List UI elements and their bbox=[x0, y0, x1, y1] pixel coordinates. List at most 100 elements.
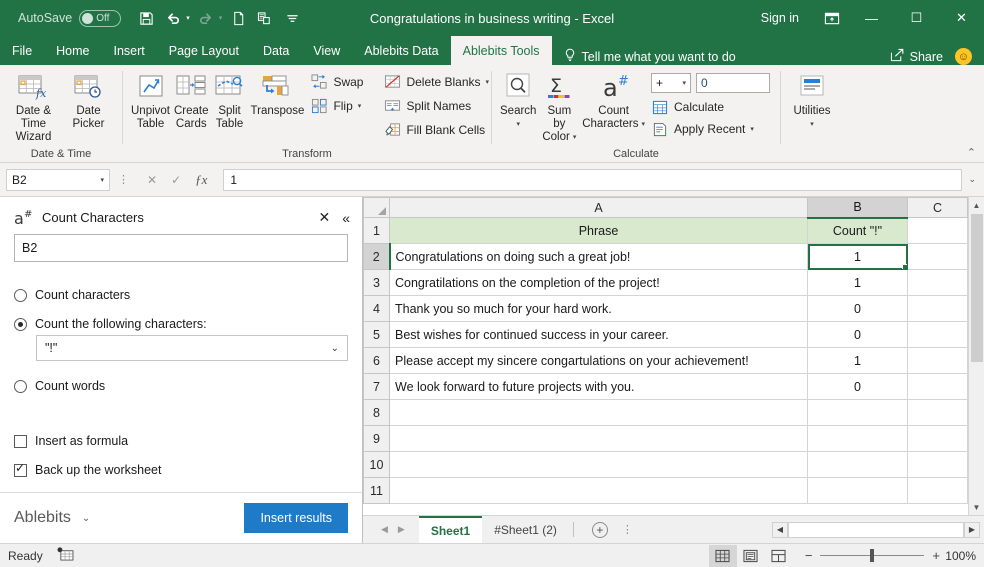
operator-caret-icon[interactable]: ▾ bbox=[682, 79, 686, 87]
tab-insert[interactable]: Insert bbox=[102, 36, 157, 65]
vertical-scroll-thumb[interactable] bbox=[970, 214, 983, 362]
cell-b5[interactable]: 0 bbox=[807, 321, 908, 348]
row-header-7[interactable]: 7 bbox=[363, 373, 390, 400]
name-box[interactable]: B2 ▾ bbox=[6, 168, 110, 191]
row-header-3[interactable]: 3 bbox=[363, 269, 390, 296]
create-cards-button[interactable]: Create Cards bbox=[172, 69, 211, 133]
cell-a2[interactable]: Congratulations on doing such a great jo… bbox=[389, 243, 808, 270]
count-characters-caret-icon[interactable]: ▾ bbox=[641, 118, 645, 131]
count-characters-button[interactable]: a # Count Characters ▾ bbox=[580, 69, 647, 133]
cell-c4[interactable] bbox=[907, 295, 968, 322]
calculate-button[interactable]: Calculate bbox=[647, 96, 774, 118]
cell-b3[interactable]: 1 bbox=[807, 269, 908, 296]
horizontal-scroll-thumb[interactable] bbox=[789, 522, 963, 537]
cell-c1[interactable] bbox=[907, 217, 968, 244]
unpivot-table-button[interactable]: Unpivot Table bbox=[129, 69, 172, 133]
cell-a6[interactable]: Please accept my sincere congartulations… bbox=[389, 347, 808, 374]
undo-icon[interactable] bbox=[162, 6, 184, 30]
page-break-view-button[interactable] bbox=[765, 545, 793, 567]
horizontal-scroll-track[interactable] bbox=[788, 521, 964, 538]
cell-c10[interactable] bbox=[907, 451, 968, 478]
zoom-slider[interactable]: − + bbox=[805, 548, 940, 563]
maximize-button[interactable]: ☐ bbox=[894, 0, 939, 36]
row-header-5[interactable]: 5 bbox=[363, 321, 390, 348]
normal-view-button[interactable] bbox=[708, 544, 737, 567]
record-macro-icon[interactable] bbox=[57, 547, 74, 564]
cell-b9[interactable] bbox=[807, 425, 908, 452]
autosave-toggle[interactable]: AutoSave Off bbox=[18, 9, 122, 27]
ribbon-display-options-icon[interactable] bbox=[815, 3, 849, 33]
cancel-edit-icon[interactable]: ✕ bbox=[147, 173, 157, 187]
tab-view[interactable]: View bbox=[301, 36, 352, 65]
cell-b4[interactable]: 0 bbox=[807, 295, 908, 322]
operator-select[interactable]: + ▾ bbox=[651, 73, 691, 93]
radio-count-words[interactable]: Count words bbox=[14, 379, 348, 393]
page-layout-view-button[interactable] bbox=[737, 545, 765, 567]
apply-recent-button[interactable]: Apply Recent ▾ bbox=[647, 118, 774, 140]
close-button[interactable]: ✕ bbox=[939, 0, 984, 36]
zoom-level-label[interactable]: 100% bbox=[940, 549, 976, 563]
radio-count-characters[interactable]: Count characters bbox=[14, 288, 348, 302]
name-box-caret-icon[interactable]: ▾ bbox=[100, 176, 104, 184]
column-header-c[interactable]: C bbox=[907, 197, 968, 218]
next-sheet-icon[interactable]: ▶ bbox=[398, 524, 405, 535]
zoom-in-button[interactable]: + bbox=[932, 548, 940, 563]
tab-ablebits-data[interactable]: Ablebits Data bbox=[352, 36, 450, 65]
search-caret-icon[interactable]: ▾ bbox=[516, 118, 520, 131]
cell-c6[interactable] bbox=[907, 347, 968, 374]
cell-a4[interactable]: Thank you so much for your hard work. bbox=[389, 295, 808, 322]
cell-c3[interactable] bbox=[907, 269, 968, 296]
tab-data[interactable]: Data bbox=[251, 36, 301, 65]
scroll-down-icon[interactable]: ▼ bbox=[968, 499, 984, 515]
cell-a7[interactable]: We look forward to future projects with … bbox=[389, 373, 808, 400]
formula-input[interactable]: 1 bbox=[223, 168, 963, 191]
panel-close-icon[interactable]: ✕ bbox=[318, 209, 330, 226]
date-picker-button[interactable]: Date Picker bbox=[61, 69, 116, 133]
previous-sheet-icon[interactable]: ◀ bbox=[381, 524, 388, 535]
confirm-edit-icon[interactable]: ✓ bbox=[171, 173, 181, 187]
checkbox-backup-worksheet[interactable]: Back up the worksheet bbox=[14, 462, 348, 477]
hscroll-left-icon[interactable]: ◀ bbox=[772, 521, 788, 538]
share-button[interactable]: Share bbox=[890, 48, 943, 65]
row-header-9[interactable]: 9 bbox=[363, 425, 390, 452]
feedback-smiley-icon[interactable]: ☺ bbox=[955, 48, 972, 65]
row-header-11[interactable]: 11 bbox=[363, 477, 390, 504]
column-header-b[interactable]: B bbox=[807, 197, 908, 219]
cell-b2[interactable]: 1 bbox=[807, 243, 908, 270]
cell-b8[interactable] bbox=[807, 399, 908, 426]
utilities-caret-icon[interactable]: ▾ bbox=[810, 118, 814, 131]
tab-file[interactable]: File bbox=[0, 36, 44, 65]
cell-c8[interactable] bbox=[907, 399, 968, 426]
delete-blanks-button[interactable]: Delete Blanks ▾ bbox=[379, 71, 493, 93]
cell-a11[interactable] bbox=[389, 477, 808, 504]
cell-b11[interactable] bbox=[807, 477, 908, 504]
fill-blank-cells-button[interactable]: Fill Blank Cells bbox=[379, 119, 493, 141]
sum-by-color-button[interactable]: Σ Sum by Color ▾ bbox=[538, 69, 580, 146]
add-sheet-button[interactable]: + bbox=[591, 521, 608, 538]
sum-by-color-caret-icon[interactable]: ▾ bbox=[573, 131, 577, 144]
cell-b7[interactable]: 0 bbox=[807, 373, 908, 400]
sign-in-button[interactable]: Sign in bbox=[761, 11, 799, 25]
scroll-up-icon[interactable]: ▲ bbox=[968, 197, 984, 213]
vertical-scrollbar[interactable]: ▲ ▼ bbox=[968, 197, 984, 515]
row-header-4[interactable]: 4 bbox=[363, 295, 390, 322]
radio-count-following[interactable]: Count the following characters: bbox=[14, 317, 348, 331]
sheet-overflow-menu-icon[interactable]: ⋮ bbox=[622, 523, 633, 536]
flip-caret-icon[interactable]: ▾ bbox=[358, 102, 362, 110]
collapse-ribbon-button[interactable]: ⌃ bbox=[967, 146, 976, 159]
insert-function-icon[interactable]: ƒx bbox=[195, 172, 207, 188]
chevron-down-icon[interactable]: ⌄ bbox=[331, 343, 339, 354]
date-time-wizard-button[interactable]: fx Date & Time Wizard bbox=[6, 69, 61, 146]
swap-button[interactable]: Swap bbox=[306, 71, 367, 93]
customize-qat-icon[interactable] bbox=[281, 6, 303, 30]
cell-c2[interactable] bbox=[907, 243, 968, 270]
cell-a5[interactable]: Best wishes for continued success in you… bbox=[389, 321, 808, 348]
sheet-tab-sheet1-2[interactable]: #Sheet1 (2) bbox=[482, 516, 569, 543]
flip-button[interactable]: Flip ▾ bbox=[306, 95, 367, 117]
checkbox-insert-as-formula[interactable]: Insert as formula bbox=[14, 434, 348, 448]
split-names-button[interactable]: Split Names bbox=[379, 95, 493, 117]
transpose-button[interactable]: Transpose bbox=[249, 69, 307, 120]
zoom-slider-thumb[interactable] bbox=[870, 549, 875, 562]
tab-page-layout[interactable]: Page Layout bbox=[157, 36, 251, 65]
select-all-corner[interactable] bbox=[363, 197, 390, 218]
